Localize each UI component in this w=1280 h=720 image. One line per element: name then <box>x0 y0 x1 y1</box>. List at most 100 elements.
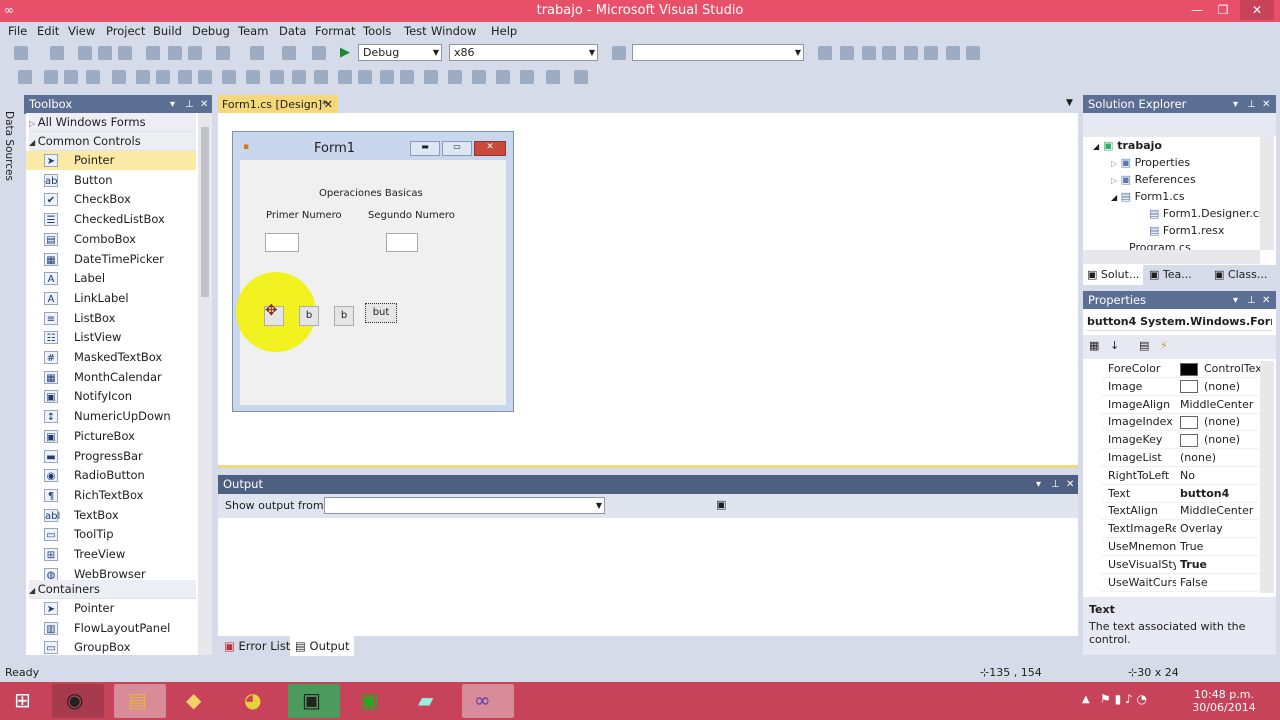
toolbar-button[interactable] <box>98 46 112 60</box>
property-row-imagealign[interactable]: ImageAlign MiddleCenter <box>1101 396 1259 414</box>
menu-file[interactable]: File <box>8 24 27 38</box>
toolbar-button[interactable] <box>118 46 132 60</box>
toolbar-button[interactable] <box>14 46 28 60</box>
maximize-button[interactable]: ❐ <box>1206 0 1240 20</box>
toolbar-button[interactable] <box>216 46 230 60</box>
solution-vscroll[interactable] <box>1260 137 1274 250</box>
toolbox-item-linklabel[interactable]: A LinkLabel <box>26 289 196 308</box>
alphabetical-icon[interactable]: ↓ <box>1110 339 1119 352</box>
close-icon[interactable]: ✕ <box>1066 475 1074 494</box>
property-row-textimagerelation[interactable]: TextImageRelationOverlay <box>1101 520 1259 539</box>
app-chrome[interactable]: ◕ <box>230 684 282 718</box>
toolbar-button[interactable] <box>136 70 150 84</box>
close-icon[interactable]: ✕ <box>1262 95 1270 114</box>
toolbar-button[interactable] <box>250 46 264 60</box>
toolbar-button[interactable] <box>292 70 306 84</box>
toolbar-button[interactable] <box>472 70 486 84</box>
toolbar-button[interactable] <box>818 46 832 60</box>
toolbar-button[interactable] <box>18 70 32 84</box>
toolbar-button[interactable] <box>840 46 854 60</box>
toolbar-button[interactable] <box>400 70 414 84</box>
clock[interactable]: 10:48 p.m. 30/06/2014 <box>1188 688 1260 714</box>
segundo-numero-label[interactable]: Segundo Numero <box>368 210 455 221</box>
tab-error-list[interactable]: ▣ Error List <box>224 639 290 653</box>
toolbar-button[interactable] <box>904 46 918 60</box>
dropdown-icon[interactable]: ▾ <box>1233 95 1238 114</box>
toolbar-button[interactable] <box>64 70 78 84</box>
menu-build[interactable]: Build <box>153 24 182 38</box>
word-wrap-icon[interactable]: ▣ <box>716 498 726 511</box>
textbox2[interactable] <box>386 233 418 252</box>
app-camtasia[interactable]: ▣ <box>288 684 340 718</box>
toolbox-item-richtextbox[interactable]: ¶ RichTextBox <box>26 486 196 505</box>
app-recorder[interactable]: ▣ <box>346 684 398 718</box>
form1-designer-node[interactable]: ▤ Form1.Designer.cs <box>1149 206 1265 222</box>
close-icon[interactable]: ✕ <box>1262 291 1270 310</box>
toolbar-button[interactable] <box>50 46 64 60</box>
menu-team[interactable]: Team <box>238 24 268 38</box>
toolbox-item-datetimepicker[interactable]: ▦ DateTimePicker <box>26 250 196 269</box>
property-row-forecolor[interactable]: ForeColor ControlText <box>1101 360 1260 378</box>
toolbar-button[interactable] <box>198 70 212 84</box>
property-row-usevisualstylebackcolor[interactable]: UseVisualStyleBackColorTrue <box>1101 556 1259 574</box>
toolbar-button[interactable] <box>312 46 326 60</box>
menu-edit[interactable]: Edit <box>37 24 59 38</box>
menu-test[interactable]: Test <box>404 24 427 38</box>
toolbar-button[interactable] <box>946 46 960 60</box>
toolbox-scrollbar[interactable] <box>198 113 212 655</box>
toolbox-item-listview[interactable]: ☷ ListView <box>26 328 196 347</box>
object-selector[interactable]: button4 System.Windows.Forms.E <box>1087 313 1272 331</box>
toolbar-button[interactable] <box>612 46 626 60</box>
events-icon[interactable]: ⚡ <box>1160 339 1168 352</box>
form1-resx-node[interactable]: ▤ Form1.resx <box>1149 223 1224 239</box>
toolbar-button[interactable] <box>966 46 980 60</box>
menu-help[interactable]: Help <box>491 24 517 38</box>
toolbar-button[interactable] <box>78 46 92 60</box>
pin-icon[interactable]: ⊥ <box>1247 291 1256 310</box>
start-debug-icon[interactable]: ▶ <box>340 45 350 60</box>
toolbar-button[interactable] <box>156 70 170 84</box>
toolbar-button[interactable] <box>168 46 182 60</box>
category-containers[interactable]: ◢ Containers <box>29 580 196 599</box>
form1-window[interactable]: ▪ Form1 ▬ ▭ ✕ Operaciones Basicas Primer… <box>232 131 514 412</box>
property-row-imageindex[interactable]: ImageIndex (none) <box>1101 413 1259 432</box>
toolbox-item-picturebox[interactable]: ▣ PictureBox <box>26 427 196 446</box>
toolbar-button[interactable] <box>882 46 896 60</box>
button4-selected[interactable]: but <box>365 303 397 323</box>
pin-icon[interactable]: ⊥ <box>185 95 194 114</box>
toolbar-button[interactable] <box>314 70 328 84</box>
toolbox-item-monthcalendar[interactable]: ▦ MonthCalendar <box>26 368 196 387</box>
pin-icon[interactable]: ⊥ <box>1051 475 1060 494</box>
menu-debug[interactable]: Debug <box>192 24 230 38</box>
toolbox-item-numericupdown[interactable]: ↕ NumericUpDown <box>26 407 196 426</box>
references-node[interactable]: ▷ ▣ References <box>1111 172 1196 188</box>
data-sources-tab[interactable]: Data Sources <box>0 96 20 186</box>
toolbar-button[interactable] <box>546 70 560 84</box>
toolbox-item-radiobutton[interactable]: ◉ RadioButton <box>26 466 196 485</box>
toolbox-item-combobox[interactable]: ▤ ComboBox <box>26 230 196 249</box>
categorized-icon[interactable]: ▦ <box>1089 339 1099 352</box>
property-row-text[interactable]: Text button4 <box>1101 485 1259 503</box>
dropdown-icon[interactable]: ▾ <box>1233 291 1238 310</box>
menu-tools[interactable]: Tools <box>363 24 391 38</box>
menu-project[interactable]: Project <box>106 24 145 38</box>
tab-class-view[interactable]: ▣ Class... <box>1214 268 1267 281</box>
menu-format[interactable]: Format <box>315 24 356 38</box>
start-icon[interactable]: ⊞ <box>14 688 31 712</box>
toolbox-item-checkbox[interactable]: ✔ CheckBox <box>26 190 196 209</box>
toolbar-button[interactable] <box>862 46 876 60</box>
toolbox-item-checkedlistbox[interactable]: ☰ CheckedListBox <box>26 210 196 229</box>
tab-output[interactable]: ▤ Output <box>290 636 355 656</box>
property-row-righttoleft[interactable]: RightToLeft No <box>1101 467 1259 485</box>
toolbox-item-listbox[interactable]: ≡ ListBox <box>26 309 196 328</box>
toolbar-button[interactable] <box>178 70 192 84</box>
output-source-combo[interactable]: ▼ <box>324 497 605 514</box>
toolbar-button[interactable] <box>358 70 372 84</box>
menu-window[interactable]: Window <box>431 24 476 38</box>
solution-platform-combo[interactable]: x86 ▼ <box>449 44 598 61</box>
toolbar-button[interactable] <box>448 70 462 84</box>
toolbox-item-treeview[interactable]: ⊞ TreeView <box>26 545 196 564</box>
toolbar-button[interactable] <box>424 70 438 84</box>
app-media[interactable]: ◉ <box>52 684 104 718</box>
textbox1[interactable] <box>265 233 299 252</box>
